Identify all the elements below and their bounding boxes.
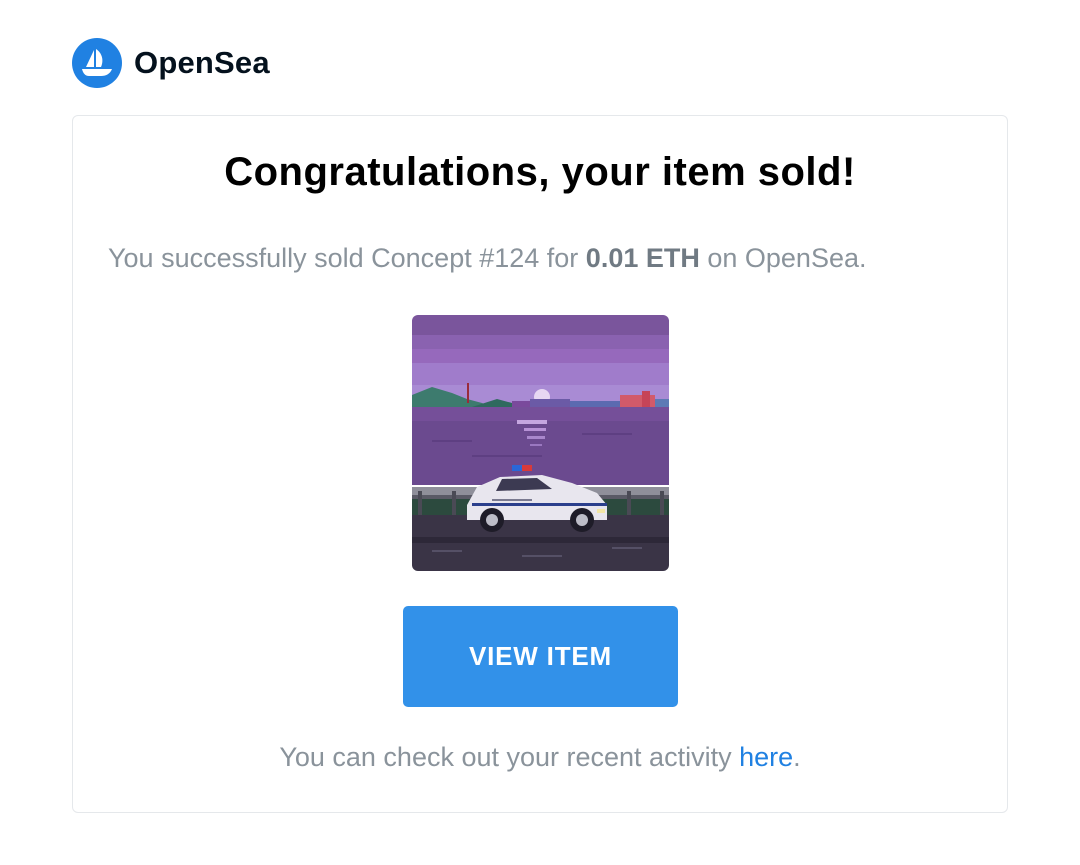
sale-message: You successfully sold Concept #124 for 0…: [108, 243, 867, 274]
view-item-button[interactable]: VIEW ITEM: [403, 606, 678, 707]
brand-header[interactable]: OpenSea: [72, 38, 270, 88]
recent-activity-prefix: You can check out your recent activity: [279, 742, 740, 772]
opensea-logo-icon: [72, 38, 122, 88]
recent-activity-link[interactable]: here: [739, 742, 793, 772]
sale-message-suffix: on OpenSea.: [699, 243, 867, 273]
sale-message-prefix: You successfully sold Concept #124 for: [108, 243, 586, 273]
item-image[interactable]: [412, 315, 669, 571]
brand-name: OpenSea: [134, 45, 270, 80]
recent-activity-note: You can check out your recent activity h…: [0, 742, 1080, 773]
email-page: OpenSea Congratulations, your item sold!…: [0, 0, 1080, 865]
sale-price: 0.01 ETH: [585, 243, 700, 273]
recent-activity-suffix: .: [793, 742, 801, 772]
page-title: Congratulations, your item sold!: [224, 150, 856, 194]
pixel-art-police-car-image: [412, 315, 669, 571]
